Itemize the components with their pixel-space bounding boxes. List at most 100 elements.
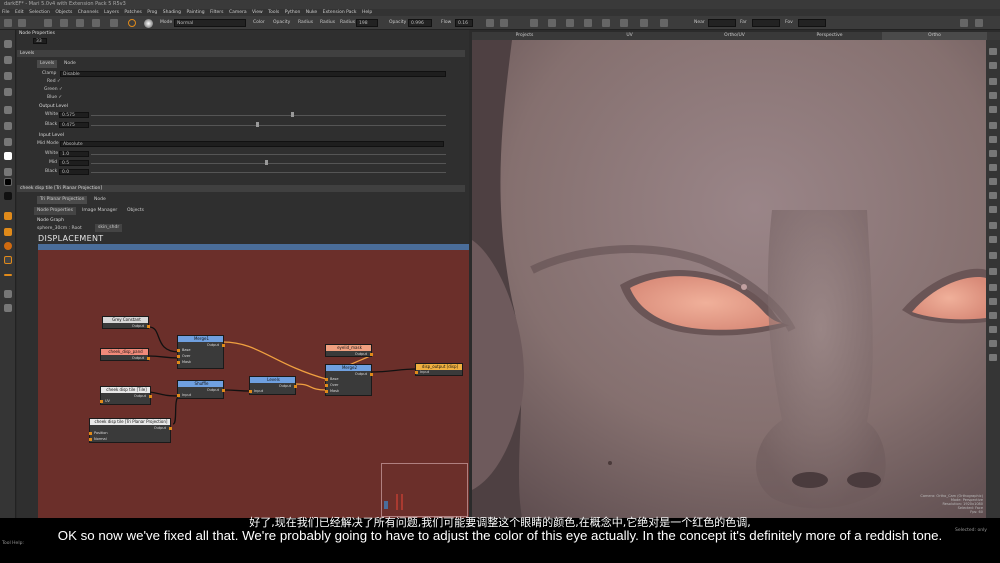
shelf-icon[interactable]	[989, 236, 997, 243]
output-port[interactable]	[370, 353, 373, 356]
3d-viewport[interactable]	[472, 40, 986, 518]
mode-select[interactable]: Normal	[174, 19, 246, 27]
input-port-over[interactable]	[325, 384, 328, 387]
menu-channels[interactable]: Channels	[78, 10, 99, 15]
input-level-header[interactable]: Input Level	[39, 132, 64, 139]
input-black-slider[interactable]	[91, 172, 446, 173]
output-port[interactable]	[222, 344, 225, 347]
node-shuffle[interactable]: Shuffle Output Input	[177, 380, 225, 399]
history-icon[interactable]	[989, 136, 997, 143]
graph-tab[interactable]: skin_shdr	[95, 224, 123, 232]
midmode-select[interactable]: Absolute	[60, 141, 444, 147]
foreground-color-swatch[interactable]	[4, 152, 12, 160]
tab-objects[interactable]: Objects	[124, 207, 147, 215]
input-black-field[interactable]: 0.0	[59, 169, 89, 175]
grid-view-icon[interactable]	[602, 19, 610, 27]
blue-checkbox[interactable]: Blue ✓	[47, 94, 62, 101]
colors-icon[interactable]	[989, 164, 997, 171]
pointer-icon[interactable]	[4, 40, 12, 48]
snapshots-icon[interactable]	[989, 150, 997, 157]
eyedropper-icon[interactable]	[4, 192, 12, 200]
swap-icon[interactable]	[4, 168, 12, 176]
output-port[interactable]	[222, 389, 225, 392]
menu-camera[interactable]: Camera	[229, 10, 247, 15]
patches-icon[interactable]	[989, 206, 997, 213]
ambient-icon[interactable]	[584, 19, 592, 27]
tab-node-properties[interactable]: Node Properties	[34, 207, 76, 215]
shaders-icon[interactable]	[989, 78, 997, 85]
settings-icon[interactable]	[960, 19, 968, 27]
marquee-icon[interactable]	[4, 256, 12, 264]
menu-objects[interactable]: Objects	[55, 10, 72, 15]
zoom-icon[interactable]	[4, 106, 12, 114]
input-white-field[interactable]: 1.0	[59, 151, 89, 157]
node-eyelid-mask[interactable]: eyelid_mask Output	[325, 344, 373, 357]
input-port-over[interactable]	[177, 355, 180, 358]
mask-icon[interactable]	[548, 19, 556, 27]
select-icon[interactable]	[60, 19, 68, 27]
transform-icon[interactable]	[76, 19, 84, 27]
tab-image-manager[interactable]: Image Manager	[79, 207, 120, 215]
output-port[interactable]	[169, 427, 172, 430]
node-grey-constant[interactable]: Grey Constant Output	[102, 316, 150, 329]
node-levels[interactable]: Levels Output Input	[249, 376, 297, 395]
input-white-slider[interactable]	[91, 154, 446, 155]
tab-ortho[interactable]: Ortho	[882, 32, 987, 40]
cube-icon[interactable]	[620, 19, 628, 27]
redo-icon[interactable]	[18, 19, 26, 27]
output-black-slider[interactable]	[91, 125, 446, 126]
stencil-icon[interactable]	[566, 19, 574, 27]
menu-nuke[interactable]: Nuke	[306, 10, 317, 15]
output-level-header[interactable]: Output Level	[39, 103, 68, 110]
material-icon[interactable]	[989, 340, 997, 347]
node-disp-output[interactable]: disp_output [disp] Input	[415, 363, 463, 376]
text-icon[interactable]	[4, 122, 12, 130]
tab-node-2[interactable]: Node	[91, 196, 109, 204]
mirror-icon[interactable]	[486, 19, 494, 27]
tab-node[interactable]: Node	[61, 60, 79, 68]
mid-slider[interactable]	[91, 163, 446, 164]
grid-tool-icon[interactable]	[4, 290, 12, 298]
brushes-icon[interactable]	[989, 106, 997, 113]
tab-triplanar[interactable]: Tri Planar Projection	[37, 196, 88, 204]
menu-tools[interactable]: Tools	[268, 10, 279, 15]
texture-sets-icon[interactable]	[989, 268, 997, 275]
output-black-slider-knob[interactable]	[256, 122, 259, 127]
opacity-field[interactable]: 0.996	[408, 19, 432, 27]
image-icon[interactable]	[989, 252, 997, 259]
mid-slider-knob[interactable]	[265, 160, 268, 165]
paint-bucket-icon[interactable]	[4, 212, 12, 220]
lasso-icon[interactable]	[4, 56, 12, 64]
menu-extension-pack[interactable]: Extension Pack	[323, 10, 357, 15]
menu-file[interactable]: File	[2, 10, 10, 15]
output-port[interactable]	[147, 325, 150, 328]
camera-icon[interactable]	[640, 19, 648, 27]
palettes-icon[interactable]	[989, 122, 997, 129]
undo-icon[interactable]	[4, 19, 12, 27]
pan-icon[interactable]	[4, 88, 12, 96]
layers-icon[interactable]	[989, 62, 997, 69]
symmetry-icon[interactable]	[500, 19, 508, 27]
layers-tool-icon[interactable]	[4, 304, 12, 312]
menu-selection[interactable]: Selection	[29, 10, 50, 15]
menu-python[interactable]: Python	[285, 10, 301, 15]
red-checkbox[interactable]: Red ✓	[47, 78, 61, 85]
tab-ortho-uv[interactable]: Ortho/UV	[682, 32, 787, 40]
menu-shading[interactable]: Shading	[163, 10, 181, 15]
radius-field[interactable]: 198	[356, 19, 378, 27]
fov-field[interactable]	[798, 19, 826, 27]
node-merge2[interactable]: Merge2 Output Base Over Mask	[325, 364, 373, 396]
input-port[interactable]	[249, 390, 252, 393]
brush-tool-icon[interactable]	[4, 138, 12, 146]
python-icon[interactable]	[989, 312, 997, 319]
painting-icon[interactable]	[989, 222, 997, 229]
far-field[interactable]	[752, 19, 780, 27]
input-port-uv[interactable]	[100, 400, 103, 403]
node-merge1[interactable]: Merge1 Output Base Over Mask	[177, 335, 225, 369]
green-checkbox[interactable]: Green ✓	[44, 86, 63, 93]
brush-icon[interactable]	[128, 19, 136, 27]
dot-icon[interactable]	[4, 274, 12, 276]
graph-minimap[interactable]	[381, 463, 468, 517]
lights-icon[interactable]	[989, 92, 997, 99]
rotate-icon[interactable]	[4, 72, 12, 80]
